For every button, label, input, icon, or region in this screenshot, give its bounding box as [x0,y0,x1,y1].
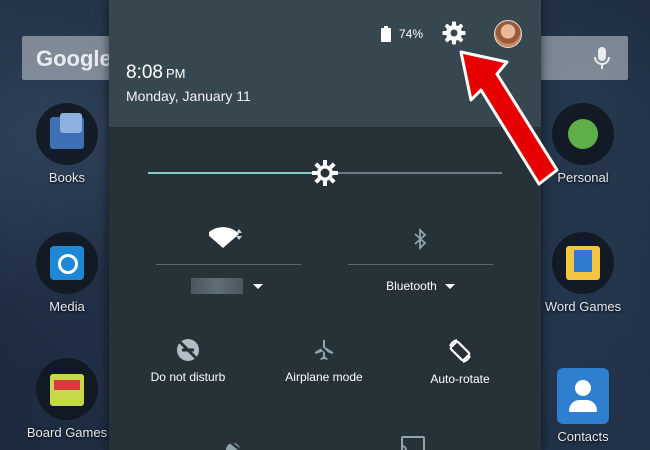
do-not-disturb-icon [177,339,199,361]
app-label: Word Games [544,299,622,314]
auto-rotate-label: Auto-rotate [430,372,490,386]
bluetooth-icon[interactable] [413,228,427,250]
airplane-icon [314,340,334,360]
do-not-disturb-tile[interactable]: Do not disturb [136,338,240,384]
clock-date: Monday, January 11 [126,88,251,104]
battery-icon [381,26,391,42]
google-logo: Google [36,46,112,71]
gear-icon[interactable] [442,21,466,45]
bluetooth-tile[interactable]: Bluetooth [348,279,493,293]
app-label: Media [49,299,85,314]
app-label: Board Games [26,425,108,440]
annotation-arrow [459,50,559,186]
bluetooth-label: Bluetooth [386,279,437,293]
app-media[interactable]: Media [22,232,112,314]
app-books[interactable]: Books [22,103,112,185]
battery-percent: 74% [399,27,424,41]
app-word-games[interactable]: Word Games [538,232,628,314]
location-off-icon[interactable] [222,436,242,450]
wifi-divider [156,264,301,265]
app-label: Books [48,170,86,185]
app-label: Contacts [557,429,609,444]
brightness-slider[interactable] [148,160,502,186]
mic-icon[interactable] [594,46,610,70]
airplane-mode-label: Airplane mode [285,370,363,384]
wifi-network-name-redacted [191,278,243,294]
cast-icon[interactable] [401,436,425,450]
do-not-disturb-label: Do not disturb [150,370,226,384]
contacts-icon [557,368,609,424]
books-icon [36,103,98,165]
time-ampm: PM [165,66,186,81]
brightness-slider-fill [148,172,325,174]
time-value: 8:08 [126,62,163,83]
user-avatar[interactable] [494,20,522,48]
bluetooth-divider [348,264,493,265]
wifi-icon [208,227,242,248]
app-board-games[interactable]: Board Games [22,358,112,440]
clock-time: 8:08 PM [126,62,185,84]
airplane-mode-tile[interactable]: Airplane mode [272,338,376,384]
brightness-icon[interactable] [312,160,338,186]
bluetooth-dropdown-icon[interactable] [444,284,455,290]
board-games-icon [36,358,98,420]
word-games-icon [552,232,614,294]
auto-rotate-tile[interactable]: Auto-rotate [408,338,512,386]
wifi-dropdown-icon[interactable] [253,284,263,289]
app-contacts[interactable]: Contacts [538,368,628,444]
autorotate-icon [449,339,471,363]
media-icon [36,232,98,294]
